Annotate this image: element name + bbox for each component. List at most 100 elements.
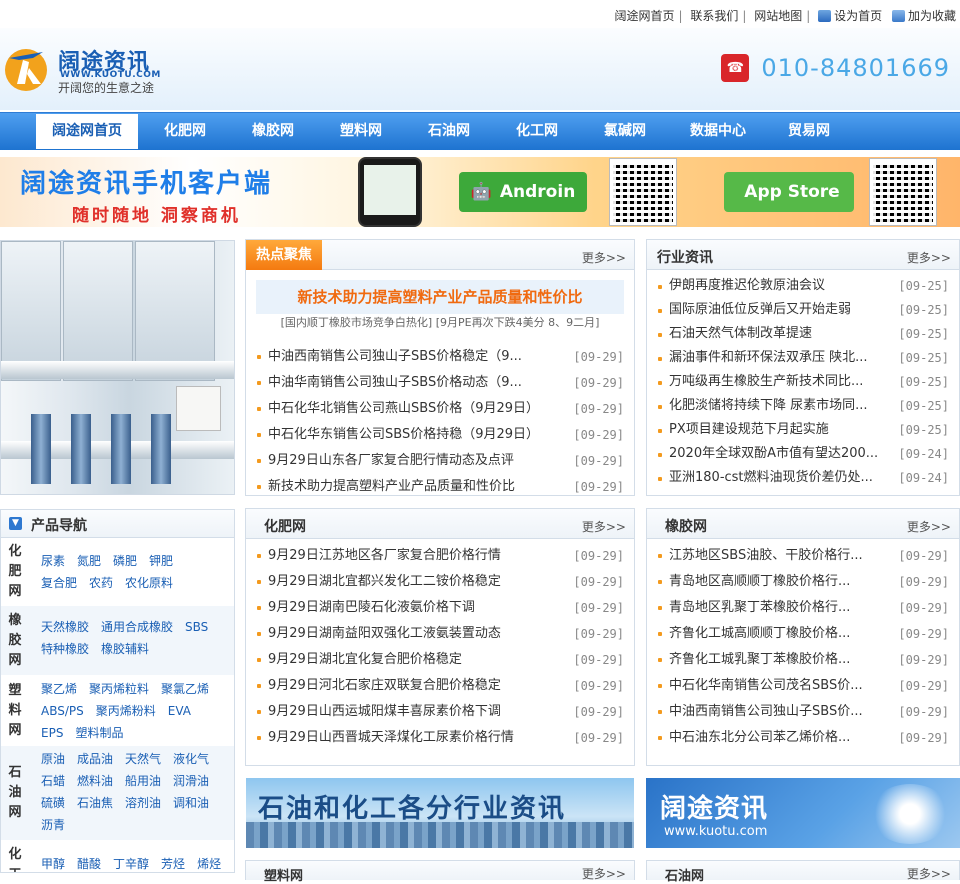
product-link[interactable]: 钾肥 xyxy=(149,550,173,572)
add-fav-link[interactable]: 加为收藏 xyxy=(891,7,956,24)
group-label[interactable]: 化工 xyxy=(1,841,29,872)
product-link[interactable]: 特种橡胶 xyxy=(41,638,89,660)
list-item[interactable]: 9月29日山西晋城天泽煤化工尿素价格行情 [09-29] xyxy=(246,725,634,751)
top-link-sitemap[interactable]: 网站地图 xyxy=(754,7,802,24)
list-item[interactable]: 万吨级再生橡胶生产新技术同比... [09-25] xyxy=(647,370,959,394)
list-item[interactable]: 中油华南销售公司独山子SBS价格动态（9... [09-29] xyxy=(246,370,634,396)
list-item[interactable]: 国际原油低位反弹后又开始走弱 [09-25] xyxy=(647,298,959,322)
list-item[interactable]: 化肥淡储将持续下降 尿素市场同... [09-25] xyxy=(647,394,959,418)
list-item[interactable]: 9月29日湖南益阳双强化工液氨装置动态 [09-29] xyxy=(246,621,634,647)
product-link[interactable]: 氮肥 xyxy=(77,550,101,572)
product-link[interactable]: 磷肥 xyxy=(113,550,137,572)
set-home-link[interactable]: 设为首页 xyxy=(818,7,882,24)
product-link[interactable]: 沥青 xyxy=(41,814,65,836)
product-link[interactable]: 调和油 xyxy=(173,792,209,814)
list-item[interactable]: 9月29日河北石家庄双联复合肥价格稳定 [09-29] xyxy=(246,673,634,699)
fertilizer-more-link[interactable]: 更多>> xyxy=(582,518,626,535)
product-link[interactable]: 原油 xyxy=(41,748,65,770)
product-link[interactable]: 农化原料 xyxy=(125,572,173,594)
product-link[interactable]: 聚氯乙烯 xyxy=(161,678,209,700)
list-item[interactable]: 青岛地区乳聚丁苯橡胶价格行... [09-29] xyxy=(647,595,959,621)
list-item[interactable]: 江苏地区SBS油胶、干胶价格行... [09-29] xyxy=(647,543,959,569)
nav-item-fertilizer[interactable]: 化肥网 xyxy=(138,113,206,150)
list-item[interactable]: 中油西南销售公司独山子SBS价格稳定（9... [09-29] xyxy=(246,344,634,370)
nav-item-data-center[interactable]: 数据中心 xyxy=(646,113,746,150)
list-item[interactable]: 中石油东北分公司苯乙烯价格... [09-29] xyxy=(647,725,959,751)
featured-photo[interactable] xyxy=(0,240,235,495)
product-link[interactable]: 聚丙烯粉料 xyxy=(96,700,156,722)
list-item[interactable]: 9月29日山东各厂家复合肥行情动态及点评 [09-29] xyxy=(246,448,634,474)
nav-item-oil[interactable]: 石油网 xyxy=(382,113,470,150)
group-label[interactable]: 石油网 xyxy=(1,746,29,840)
oil-more-link[interactable]: 更多>> xyxy=(907,865,951,882)
product-link[interactable]: 燃料油 xyxy=(77,770,113,792)
app-banner[interactable]: 阔途资讯手机客户端 随时随地 洞察商机 🤖 Androin App Store xyxy=(0,157,960,227)
list-item[interactable]: 中油西南销售公司独山子SBS价... [09-29] xyxy=(647,699,959,725)
product-link[interactable]: EPS xyxy=(41,722,63,744)
nav-item-plastic[interactable]: 塑料网 xyxy=(294,113,382,150)
list-item[interactable]: 青岛地区高顺顺丁橡胶价格行... [09-29] xyxy=(647,569,959,595)
product-link[interactable]: 复合肥 xyxy=(41,572,77,594)
list-item[interactable]: 9月29日湖北宜化复合肥价格稳定 [09-29] xyxy=(246,647,634,673)
product-link[interactable]: 溶剂油 xyxy=(125,792,161,814)
list-item[interactable]: 漏油事件和新环保法双承压 陕北... [09-25] xyxy=(647,346,959,370)
list-item[interactable]: 9月29日湖南巴陵石化液氨价格下调 [09-29] xyxy=(246,595,634,621)
product-link[interactable]: 农药 xyxy=(89,572,113,594)
list-item[interactable]: PX项目建设规范下月起实施 [09-25] xyxy=(647,418,959,442)
product-link[interactable]: 石油焦 xyxy=(77,792,113,814)
nav-item-trade[interactable]: 贸易网 xyxy=(746,113,830,150)
list-item[interactable]: 9月29日山西运城阳煤丰喜尿素价格下调 [09-29] xyxy=(246,699,634,725)
product-link[interactable]: SBS xyxy=(185,616,208,638)
logo-icon[interactable] xyxy=(3,44,49,92)
product-link[interactable]: 甲醇 xyxy=(41,853,65,872)
nav-item-rubber[interactable]: 橡胶网 xyxy=(206,113,294,150)
list-item[interactable]: 9月29日湖北宜都兴发化工二铵价格稳定 [09-29] xyxy=(246,569,634,595)
list-item[interactable]: 中石化华南销售公司茂名SBS价... [09-29] xyxy=(647,673,959,699)
nav-item-chloralkali[interactable]: 氯碱网 xyxy=(558,113,646,150)
product-link[interactable]: 通用合成橡胶 xyxy=(101,616,173,638)
group-label[interactable]: 橡胶网 xyxy=(1,606,29,675)
top-link-contact[interactable]: 联系我们 xyxy=(690,7,738,24)
product-link[interactable]: 成品油 xyxy=(77,748,113,770)
product-link[interactable]: 醋酸 xyxy=(77,853,101,872)
product-link[interactable]: 天然气 xyxy=(125,748,161,770)
product-link[interactable]: 尿素 xyxy=(41,550,65,572)
list-item[interactable]: 9月29日江苏地区各厂家复合肥价格行情 [09-29] xyxy=(246,543,634,569)
product-link[interactable]: 天然橡胶 xyxy=(41,616,89,638)
list-item[interactable]: 齐鲁化工城高顺顺丁橡胶价格... [09-29] xyxy=(647,621,959,647)
industry-ad-banner[interactable]: 石油和化工各分行业资讯 xyxy=(246,778,634,848)
product-link[interactable]: 硫磺 xyxy=(41,792,65,814)
product-link[interactable]: ABS/PS xyxy=(41,700,84,722)
product-link[interactable]: 塑料制品 xyxy=(75,722,123,744)
product-link[interactable]: 聚乙烯 xyxy=(41,678,77,700)
group-label[interactable]: 化肥网 xyxy=(1,538,29,605)
list-item[interactable]: 新技术助力提高塑料产业产品质量和性价比 [09-29] xyxy=(246,474,634,500)
product-link[interactable]: EVA xyxy=(168,700,191,722)
product-link[interactable]: 芳烃 xyxy=(161,853,185,872)
product-link[interactable]: 船用油 xyxy=(125,770,161,792)
list-item[interactable]: 齐鲁化工城乳聚丁苯橡胶价格... [09-29] xyxy=(647,647,959,673)
nav-item-home[interactable]: 阔途网首页 xyxy=(36,114,138,149)
product-link[interactable]: 石蜡 xyxy=(41,770,65,792)
hot-subline[interactable]: [国内顺丁橡胶市场竞争白热化] [9月PE再次下跌4美分 8、9二月] xyxy=(256,314,624,332)
list-item[interactable]: 2020年全球双酚A市值有望达200... [09-24] xyxy=(647,442,959,466)
product-link[interactable]: 液化气 xyxy=(173,748,209,770)
android-download-button[interactable]: 🤖 Androin xyxy=(459,172,587,212)
product-link[interactable]: 橡胶辅料 xyxy=(101,638,149,660)
product-link[interactable]: 丁辛醇 xyxy=(113,853,149,872)
industry-more-link[interactable]: 更多>> xyxy=(907,249,951,266)
list-item[interactable]: 中石化华东销售公司SBS价格持稳（9月29日） [09-29] xyxy=(246,422,634,448)
hot-headline[interactable]: 新技术助力提高塑料产业产品质量和性价比 xyxy=(256,280,624,314)
rubber-more-link[interactable]: 更多>> xyxy=(907,518,951,535)
kuotu-ad-banner[interactable]: 阔途资讯 www.kuotu.com xyxy=(646,778,960,848)
top-link-home[interactable]: 阔途网首页 xyxy=(614,7,674,24)
product-link[interactable]: 聚丙烯粒料 xyxy=(89,678,149,700)
group-label[interactable]: 塑料网 xyxy=(1,676,29,745)
list-item[interactable]: 伊朗再度推迟伦敦原油会议 [09-25] xyxy=(647,274,959,298)
list-item[interactable]: 石油天然气体制改革提速 [09-25] xyxy=(647,322,959,346)
product-link[interactable]: 润滑油 xyxy=(173,770,209,792)
hot-focus-more-link[interactable]: 更多>> xyxy=(582,249,626,266)
list-item[interactable]: 中石化华北销售公司燕山SBS价格（9月29日） [09-29] xyxy=(246,396,634,422)
nav-item-chemical[interactable]: 化工网 xyxy=(470,113,558,150)
list-item[interactable]: 亚洲180-cst燃料油现货价差仍处... [09-24] xyxy=(647,466,959,490)
